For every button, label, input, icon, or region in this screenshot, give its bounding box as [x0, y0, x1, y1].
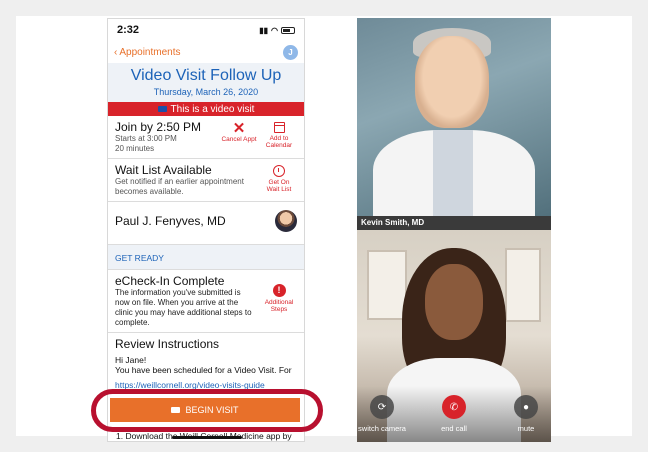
patient-face [425, 264, 483, 340]
video-camera-icon [157, 106, 167, 112]
echeck-desc-3: clinic you may have additional steps to [115, 308, 252, 317]
begin-visit-button[interactable]: BEGIN VISIT [110, 398, 300, 422]
review-card: Review Instructions Hi Jane! You have be… [108, 333, 304, 394]
guide-link[interactable]: https://weillcornell.org/video-visits-gu… [115, 380, 297, 390]
mute-button[interactable]: ● mute [501, 395, 551, 433]
page-title: Video Visit Follow Up [130, 67, 282, 84]
background-window [367, 250, 407, 320]
video-call-screen: Kevin Smith, MD ⟳ switch camera ✆ end ca… [357, 18, 551, 442]
back-button[interactable]: ‹ Appointments [114, 47, 181, 58]
start-time: Starts at 3:00 PM [115, 134, 177, 143]
status-icons: ▮▮ ◠ [259, 26, 295, 35]
echeck-title: eCheck-In Complete [115, 274, 225, 288]
review-line: You have been scheduled for a Video Visi… [115, 365, 292, 375]
switch-camera-label: switch camera [358, 424, 406, 433]
cancel-label: Cancel Appt [221, 136, 257, 143]
doctor-shirt [433, 130, 473, 216]
waitlist-card: Wait List Available Get notified if an e… [108, 159, 304, 202]
switch-camera-icon: ⟳ [370, 395, 394, 419]
nav-bar: ‹ Appointments J [108, 41, 304, 63]
join-card: Join by 2:50 PM Starts at 3:00 PM 20 min… [108, 116, 304, 159]
provider-name: Paul J. Fenyves, MD [115, 214, 226, 228]
calendar-icon [273, 122, 285, 133]
waitlist-desc-2: becomes available. [115, 187, 184, 196]
signal-icon: ▮▮ [259, 25, 269, 35]
echeck-action-2: Steps [270, 306, 288, 313]
video-visit-banner: This is a video visit [108, 102, 304, 116]
banner-text: This is a video visit [170, 103, 255, 115]
join-time: Join by 2:50 PM [115, 120, 202, 134]
end-call-button[interactable]: ✆ end call [429, 395, 479, 433]
background-window [505, 248, 541, 322]
review-title: Review Instructions [115, 337, 220, 351]
status-time: 2:32 [117, 24, 140, 36]
visit-header: Video Visit Follow Up Thursday, March 26… [108, 63, 304, 102]
back-label: Appointments [119, 46, 181, 58]
waitlist-desc-1: Get notified if an earlier appointment [115, 177, 244, 186]
provider-avatar [275, 210, 297, 232]
echeck-desc-2: now on file. When you arrive at the [115, 298, 239, 307]
profile-avatar[interactable]: J [283, 44, 298, 60]
info-icon: ! [272, 284, 286, 297]
begin-visit-label: BEGIN VISIT [185, 405, 239, 415]
doctor-video-feed [357, 18, 551, 230]
close-icon: ✕ [232, 120, 246, 137]
provider-card[interactable]: Paul J. Fenyves, MD [108, 202, 304, 245]
echeck-card: eCheck-In Complete The information you'v… [108, 270, 304, 333]
waitlist-action-2: Wait List [266, 186, 292, 193]
calendar-label-2: Calendar [265, 142, 293, 149]
waitlist-action-1: Get On [268, 179, 290, 186]
visit-date: Thursday, March 26, 2020 [153, 87, 259, 97]
add-to-calendar-button[interactable]: Add to Calendar [261, 122, 297, 149]
mute-label: mute [517, 424, 535, 433]
doctor-face [415, 36, 489, 128]
wifi-icon: ◠ [271, 25, 278, 35]
calendar-label-1: Add to [269, 135, 289, 142]
video-camera-icon [171, 407, 181, 413]
get-on-waitlist-button[interactable]: Get On Wait List [261, 165, 297, 193]
doctor-name-label: Kevin Smith, MD [357, 216, 551, 230]
microphone-icon: ● [514, 395, 538, 419]
echeck-desc-1: The information you've submitted is [115, 288, 241, 297]
get-ready-heading: GET READY [108, 245, 304, 270]
additional-steps-button[interactable]: ! Additional Steps [261, 284, 297, 313]
waitlist-title: Wait List Available [115, 163, 212, 177]
echeck-action-1: Additional [264, 299, 294, 306]
cancel-appt-button[interactable]: ✕ Cancel Appt [221, 120, 257, 149]
status-bar: 2:32 ▮▮ ◠ [108, 19, 304, 41]
switch-camera-button[interactable]: ⟳ switch camera [357, 395, 407, 433]
echeck-desc-4: complete. [115, 318, 150, 327]
alarm-clock-icon [273, 165, 285, 177]
chevron-left-icon: ‹ [114, 46, 118, 58]
review-greeting: Hi Jane! [115, 355, 147, 365]
home-indicator [172, 436, 242, 439]
appointment-screen: 2:32 ▮▮ ◠ ‹ Appointments J Video Visit F… [107, 18, 305, 442]
duration: 20 minutes [115, 144, 155, 153]
end-call-label: end call [441, 424, 467, 433]
phone-hangup-icon: ✆ [442, 395, 466, 419]
battery-icon [281, 26, 295, 34]
